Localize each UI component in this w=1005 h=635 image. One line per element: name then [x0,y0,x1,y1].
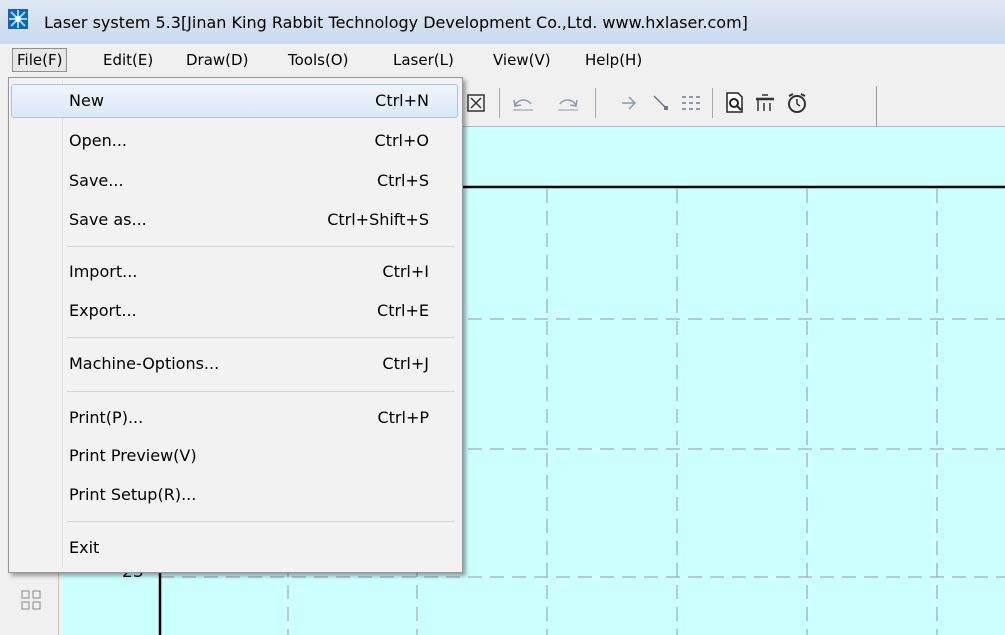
redo-icon[interactable] [555,90,581,116]
menu-help[interactable]: Help(H) [581,49,646,71]
menu-separator [67,337,455,338]
menu-item-label: Print Preview(V) [69,446,197,465]
window-title: Laser system 5.3[Jinan King Rabbit Techn… [44,13,748,32]
toolbar-end-divider [876,86,877,126]
grid-icon[interactable] [20,589,42,611]
menu-item-shortcut: Ctrl+S [376,171,429,190]
menu-item-print[interactable]: Print(P)... Ctrl+P [11,401,458,435]
laser-param-icon[interactable] [752,90,778,116]
menu-item-import[interactable]: Import... Ctrl+I [11,255,458,289]
menu-separator [67,391,455,392]
menu-edit[interactable]: Edit(E) [99,49,157,71]
menu-separator [67,521,455,522]
menu-item-label: Import... [69,262,138,281]
menu-item-label: Save as... [69,210,147,229]
arrow-path-icon[interactable] [616,90,642,116]
menu-item-exit[interactable]: Exit [11,531,458,565]
menu-tools[interactable]: Tools(O) [284,49,352,71]
menu-separator [67,246,455,247]
menu-item-shortcut: Ctrl+E [377,301,429,320]
app-icon [8,9,28,29]
menu-draw[interactable]: Draw(D) [182,49,252,71]
menu-laser[interactable]: Laser(L) [389,49,458,71]
menu-item-shortcut: Ctrl+N [375,91,429,110]
print-preview-icon[interactable] [722,90,748,116]
array-icon[interactable] [678,90,704,116]
menu-item-save-as[interactable]: Save as... Ctrl+Shift+S [11,203,458,237]
menu-item-shortcut: Ctrl+I [382,262,429,281]
menu-item-shortcut: Ctrl+Shift+S [327,210,429,229]
menu-item-label: Save... [69,171,124,190]
menu-item-export[interactable]: Export... Ctrl+E [11,294,458,328]
menu-item-label: Machine-Options... [69,354,220,373]
file-dropdown-menu: New Ctrl+N Open... Ctrl+O Save... Ctrl+S… [8,77,463,573]
undo-icon[interactable] [510,90,536,116]
node-edit-icon[interactable] [648,90,674,116]
menu-item-label: New [69,91,104,110]
menu-item-label: Open... [69,131,127,150]
menu-item-label: Export... [69,301,137,320]
menu-item-shortcut: Ctrl+P [377,408,429,427]
timer-icon[interactable] [784,90,810,116]
menu-item-open[interactable]: Open... Ctrl+O [11,124,458,158]
menu-item-label: Print Setup(R)... [69,485,197,504]
menu-item-shortcut: Ctrl+J [382,354,429,373]
menu-item-machine-options[interactable]: Machine-Options... Ctrl+J [11,347,458,381]
toolbar-separator [595,88,596,118]
menu-item-print-setup[interactable]: Print Setup(R)... [11,478,458,512]
menu-item-save[interactable]: Save... Ctrl+S [11,164,458,198]
menu-item-print-preview[interactable]: Print Preview(V) [11,439,458,473]
menu-bar: File(F) Edit(E) Draw(D) Tools(O) Laser(L… [0,44,1005,76]
fit-window-icon[interactable] [463,90,489,116]
menu-file[interactable]: File(F) [12,48,68,72]
menu-item-label: Exit [69,538,100,557]
toolbar-separator [499,88,500,118]
menu-item-label: Print(P)... [69,408,144,427]
toolbar-separator [712,88,713,118]
menu-view[interactable]: View(V) [489,49,555,71]
menu-item-shortcut: Ctrl+O [374,131,429,150]
menu-item-new[interactable]: New Ctrl+N [11,84,458,118]
title-bar: Laser system 5.3[Jinan King Rabbit Techn… [0,0,1005,44]
